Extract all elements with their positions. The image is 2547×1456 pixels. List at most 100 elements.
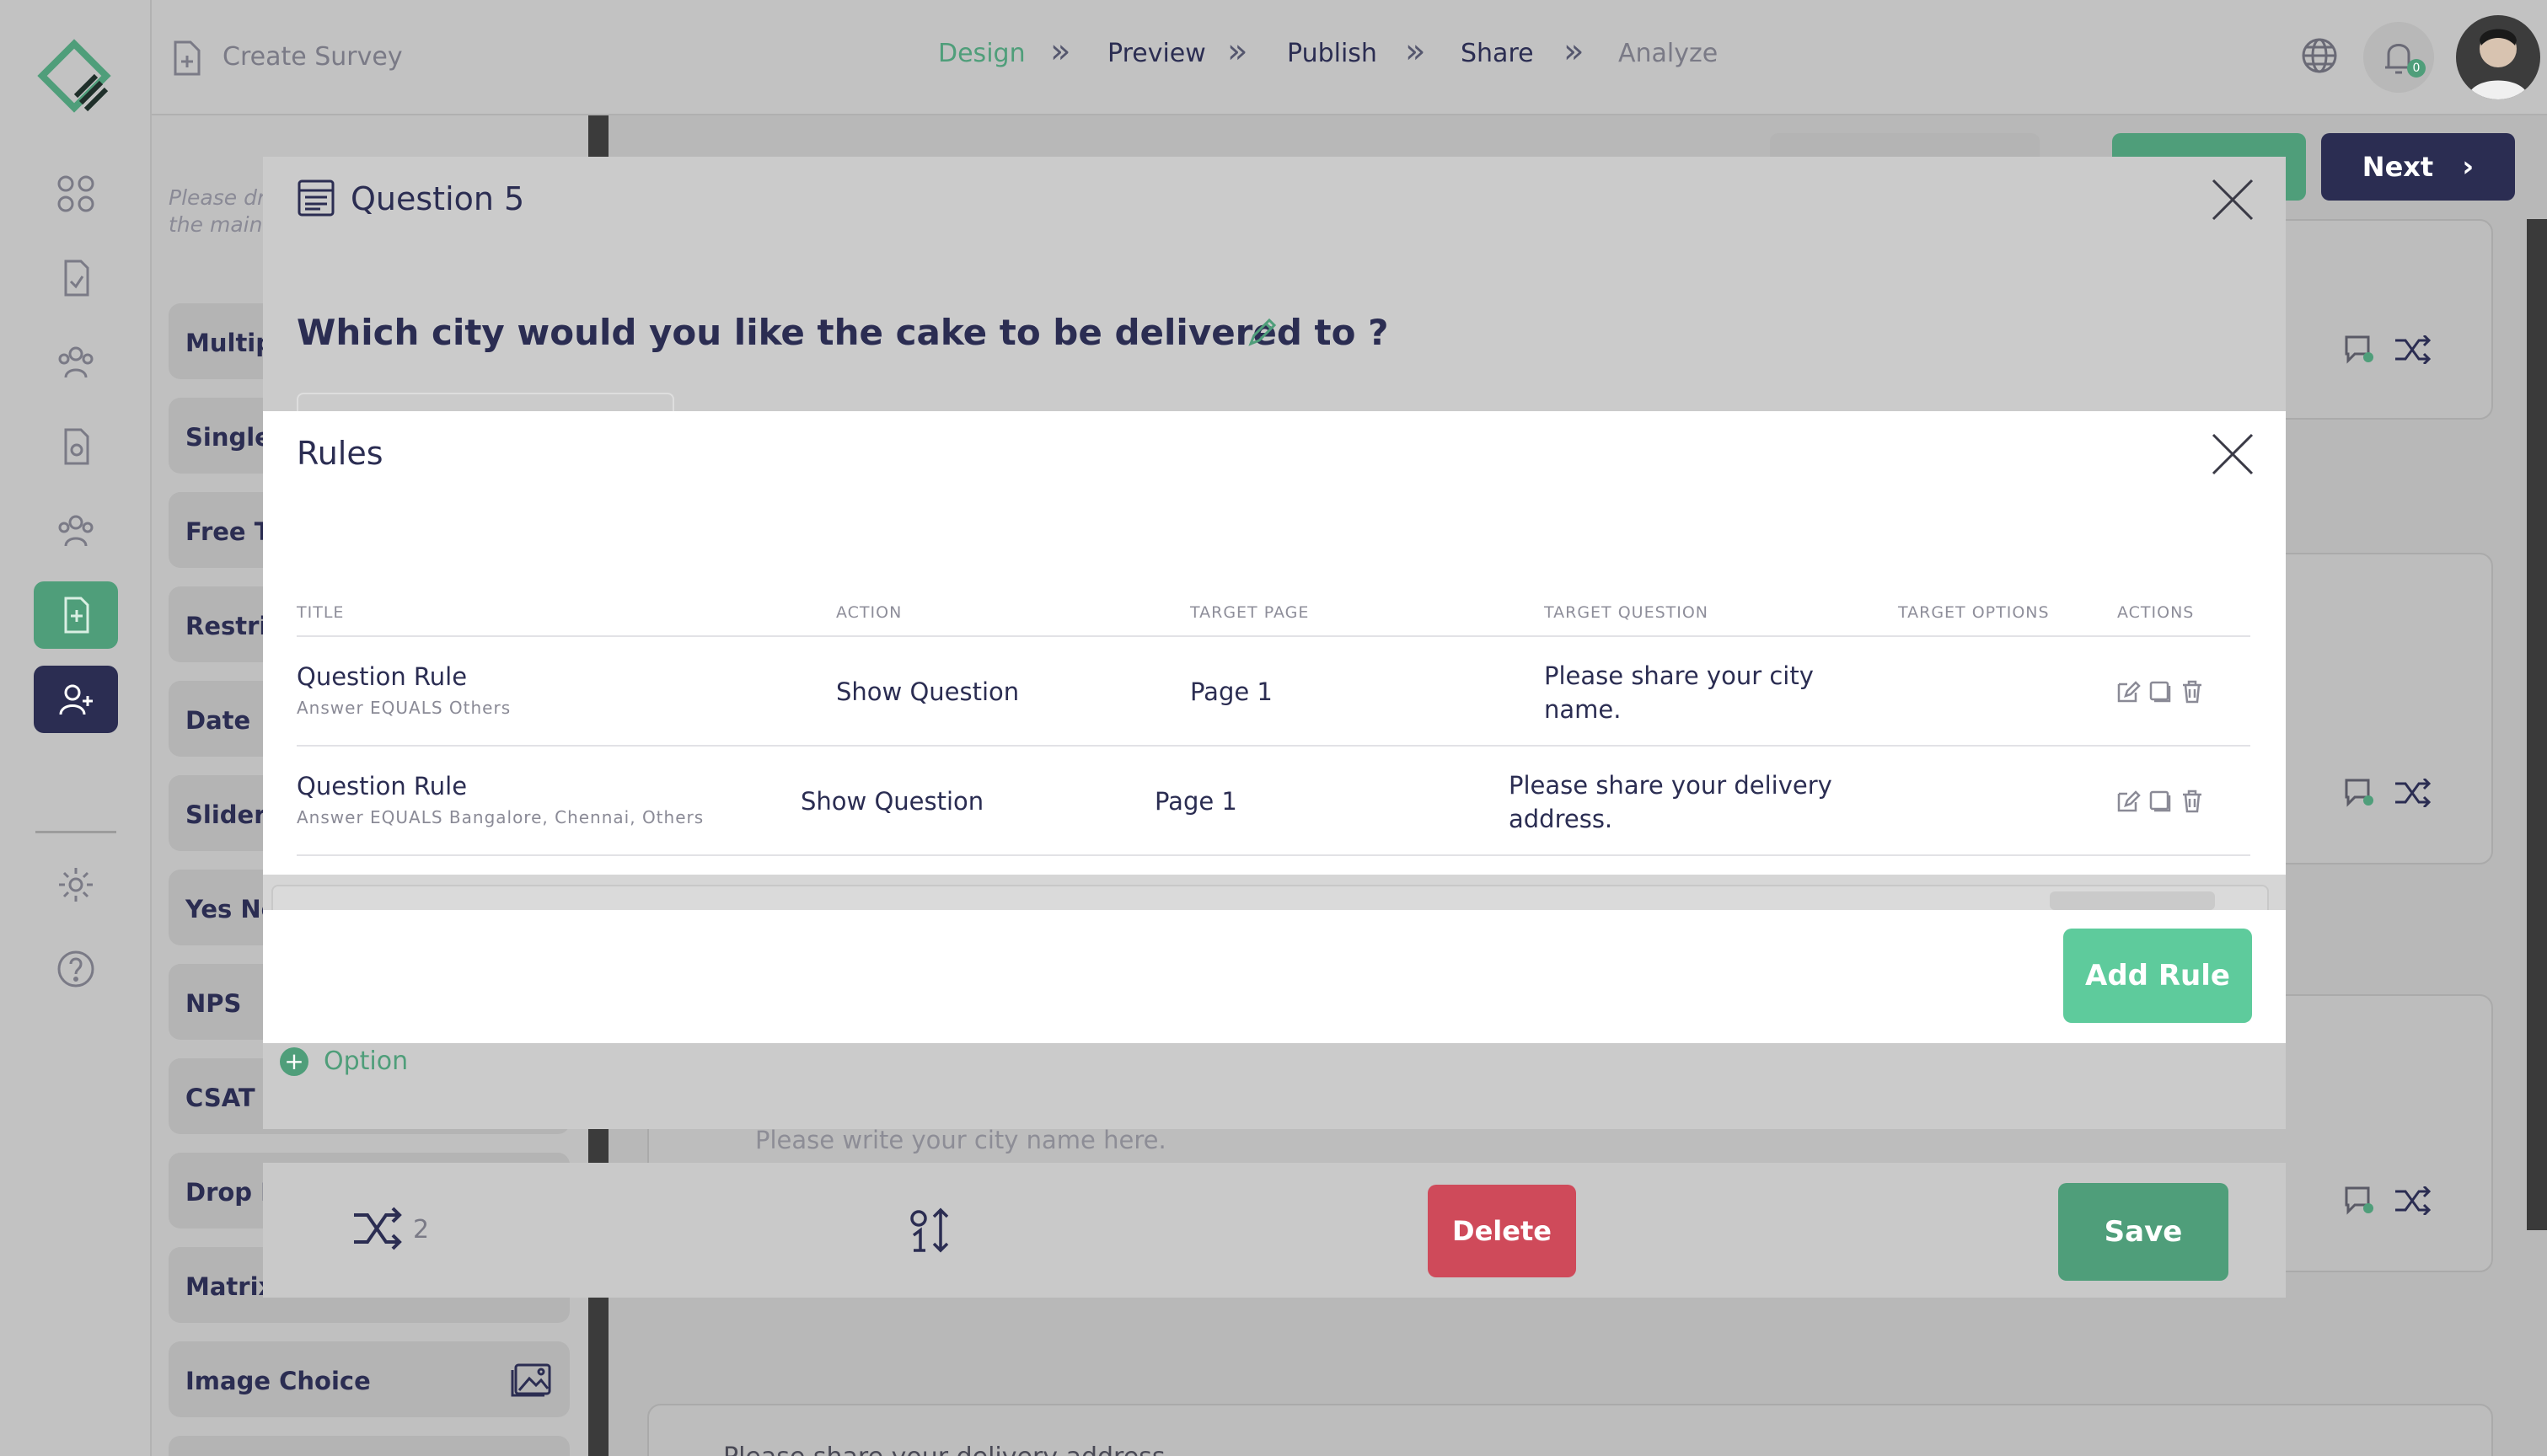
row-divider	[297, 854, 2250, 856]
rule-title: Question Rule	[297, 662, 468, 691]
chevron-right-icon: ›	[2462, 150, 2475, 184]
rule-target-question-line: Please share your delivery	[1509, 771, 1832, 800]
add-option-label: Option	[324, 1046, 409, 1076]
rule-target-question-line: name.	[1544, 695, 1622, 724]
palette-hint-line: Please dr	[169, 185, 266, 210]
plus-circle-icon: +	[280, 1046, 308, 1076]
palette-item-next[interactable]	[169, 1436, 570, 1456]
column-header-actions: ACTIONS	[2117, 603, 2195, 622]
step-design[interactable]: Design	[938, 39, 1026, 68]
delete-question-button[interactable]: Delete	[1428, 1185, 1576, 1277]
comment-icon[interactable]	[2343, 777, 2375, 807]
copy-rule-icon[interactable]	[2148, 789, 2173, 814]
step-chevron-icon: »	[1050, 32, 1071, 71]
edit-question-pencil-icon[interactable]	[1247, 317, 1278, 347]
question-modal-footer: 2 Delete Save	[263, 1163, 2286, 1298]
add-rule-button[interactable]: Add Rule	[2063, 929, 2252, 1023]
globe-icon[interactable]	[2301, 37, 2338, 74]
sort-order-icon[interactable]	[909, 1207, 951, 1254]
edit-rule-icon[interactable]	[2115, 679, 2141, 704]
dashboard-icon[interactable]	[34, 160, 118, 228]
palette-hint: Please dr the main	[169, 185, 265, 238]
edit-rule-icon[interactable]	[2115, 789, 2141, 814]
rule-condition: Answer EQUALS Others	[297, 698, 512, 718]
rules-modal-close-icon[interactable]	[2210, 431, 2255, 477]
column-header-target-page: TARGET PAGE	[1190, 603, 1310, 622]
settings-gear-icon[interactable]	[34, 851, 118, 918]
question-text: Which city would you like the cake to be…	[297, 312, 1389, 353]
column-header-target-question: TARGET QUESTION	[1544, 603, 1709, 622]
image-choice-icon	[509, 1358, 553, 1399]
column-header-action: ACTION	[836, 603, 903, 622]
users-icon[interactable]	[34, 329, 118, 396]
rule-target-question-line: Please share your city	[1544, 661, 1814, 690]
rules-scroll-inner	[271, 885, 2269, 910]
sidebar	[0, 0, 152, 1456]
step-chevron-icon: »	[1227, 32, 1248, 71]
step-share[interactable]: Share	[1461, 39, 1534, 68]
copy-rule-icon[interactable]	[2148, 679, 2173, 704]
comment-icon[interactable]	[2343, 1185, 2375, 1215]
sidebar-divider	[35, 831, 116, 833]
rule-action: Show Question	[801, 787, 984, 816]
notification-bell-icon[interactable]: 0	[2363, 22, 2434, 93]
question-modal-close-icon[interactable]	[2210, 177, 2255, 222]
rules-scroll-track[interactable]	[263, 875, 2286, 910]
rules-footer: Add Rule	[263, 910, 2286, 1043]
help-icon[interactable]	[34, 935, 118, 1003]
table-row	[297, 747, 2250, 854]
shuffle-icon[interactable]	[2394, 1185, 2434, 1217]
palette-hint-line: the main	[169, 212, 263, 237]
create-survey-icon	[172, 39, 202, 78]
table-row	[297, 637, 2250, 745]
add-option-button[interactable]: + Option	[280, 1046, 408, 1076]
column-header-target-options: TARGET OPTIONS	[1898, 603, 2050, 622]
step-preview[interactable]: Preview	[1107, 39, 1206, 68]
question-card[interactable]: Please share your delivery address.	[647, 1404, 2493, 1456]
add-user-icon[interactable]	[34, 666, 118, 733]
comment-icon[interactable]	[2343, 334, 2375, 364]
rule-target-question: Please share your city name.	[1544, 659, 1814, 726]
next-button[interactable]: Next ›	[2321, 133, 2515, 201]
rules-modal-title: Rules	[297, 435, 383, 472]
step-chevron-icon: »	[1563, 32, 1585, 71]
create-survey-nav-icon[interactable]	[34, 581, 118, 649]
rule-target-page: Page 1	[1155, 787, 1237, 816]
column-header-title: TITLE	[297, 603, 345, 622]
rule-action: Show Question	[836, 677, 1020, 706]
add-rule-label: Add Rule	[2085, 959, 2230, 993]
step-analyze[interactable]: Analyze	[1618, 39, 1718, 68]
report-file-icon[interactable]	[34, 413, 118, 480]
notification-count: 0	[2407, 59, 2426, 78]
create-survey-label: Create Survey	[223, 42, 403, 72]
question-tab-box	[297, 393, 674, 411]
city-placeholder: Please write your city name here.	[755, 1126, 1166, 1154]
next-label: Next	[2362, 151, 2434, 183]
shuffle-icon[interactable]	[2394, 777, 2434, 809]
step-chevron-icon: »	[1405, 32, 1426, 71]
rule-target-question-line: address.	[1509, 805, 1613, 833]
step-publish[interactable]: Publish	[1287, 39, 1377, 68]
rule-title: Question Rule	[297, 772, 468, 800]
shuffle-icon[interactable]	[2394, 334, 2434, 366]
top-bar: Create Survey Design » Preview » Publish…	[152, 0, 2547, 115]
rules-shuffle-icon[interactable]	[352, 1205, 405, 1252]
question-modal-title: Question 5	[351, 180, 525, 217]
delete-rule-icon[interactable]	[2180, 789, 2205, 814]
user-avatar[interactable]	[2456, 15, 2540, 99]
delete-rule-icon[interactable]	[2180, 679, 2205, 704]
delete-label: Delete	[1452, 1215, 1552, 1247]
rules-count: 2	[413, 1215, 430, 1245]
save-label: Save	[2104, 1215, 2183, 1249]
save-question-button[interactable]: Save	[2058, 1183, 2228, 1281]
app-logo	[30, 37, 118, 121]
survey-file-icon[interactable]	[34, 244, 118, 312]
delivery-question-text: Please share your delivery address.	[723, 1443, 1173, 1456]
rules-scroll-thumb[interactable]	[2050, 891, 2215, 910]
rule-target-page: Page 1	[1190, 677, 1273, 706]
rule-target-question: Please share your delivery address.	[1509, 768, 1832, 836]
team-icon[interactable]	[34, 497, 118, 565]
rule-condition: Answer EQUALS Bangalore, Chennai, Others	[297, 807, 705, 827]
question-form-icon	[297, 179, 335, 217]
canvas-edge-right	[2527, 219, 2547, 1230]
